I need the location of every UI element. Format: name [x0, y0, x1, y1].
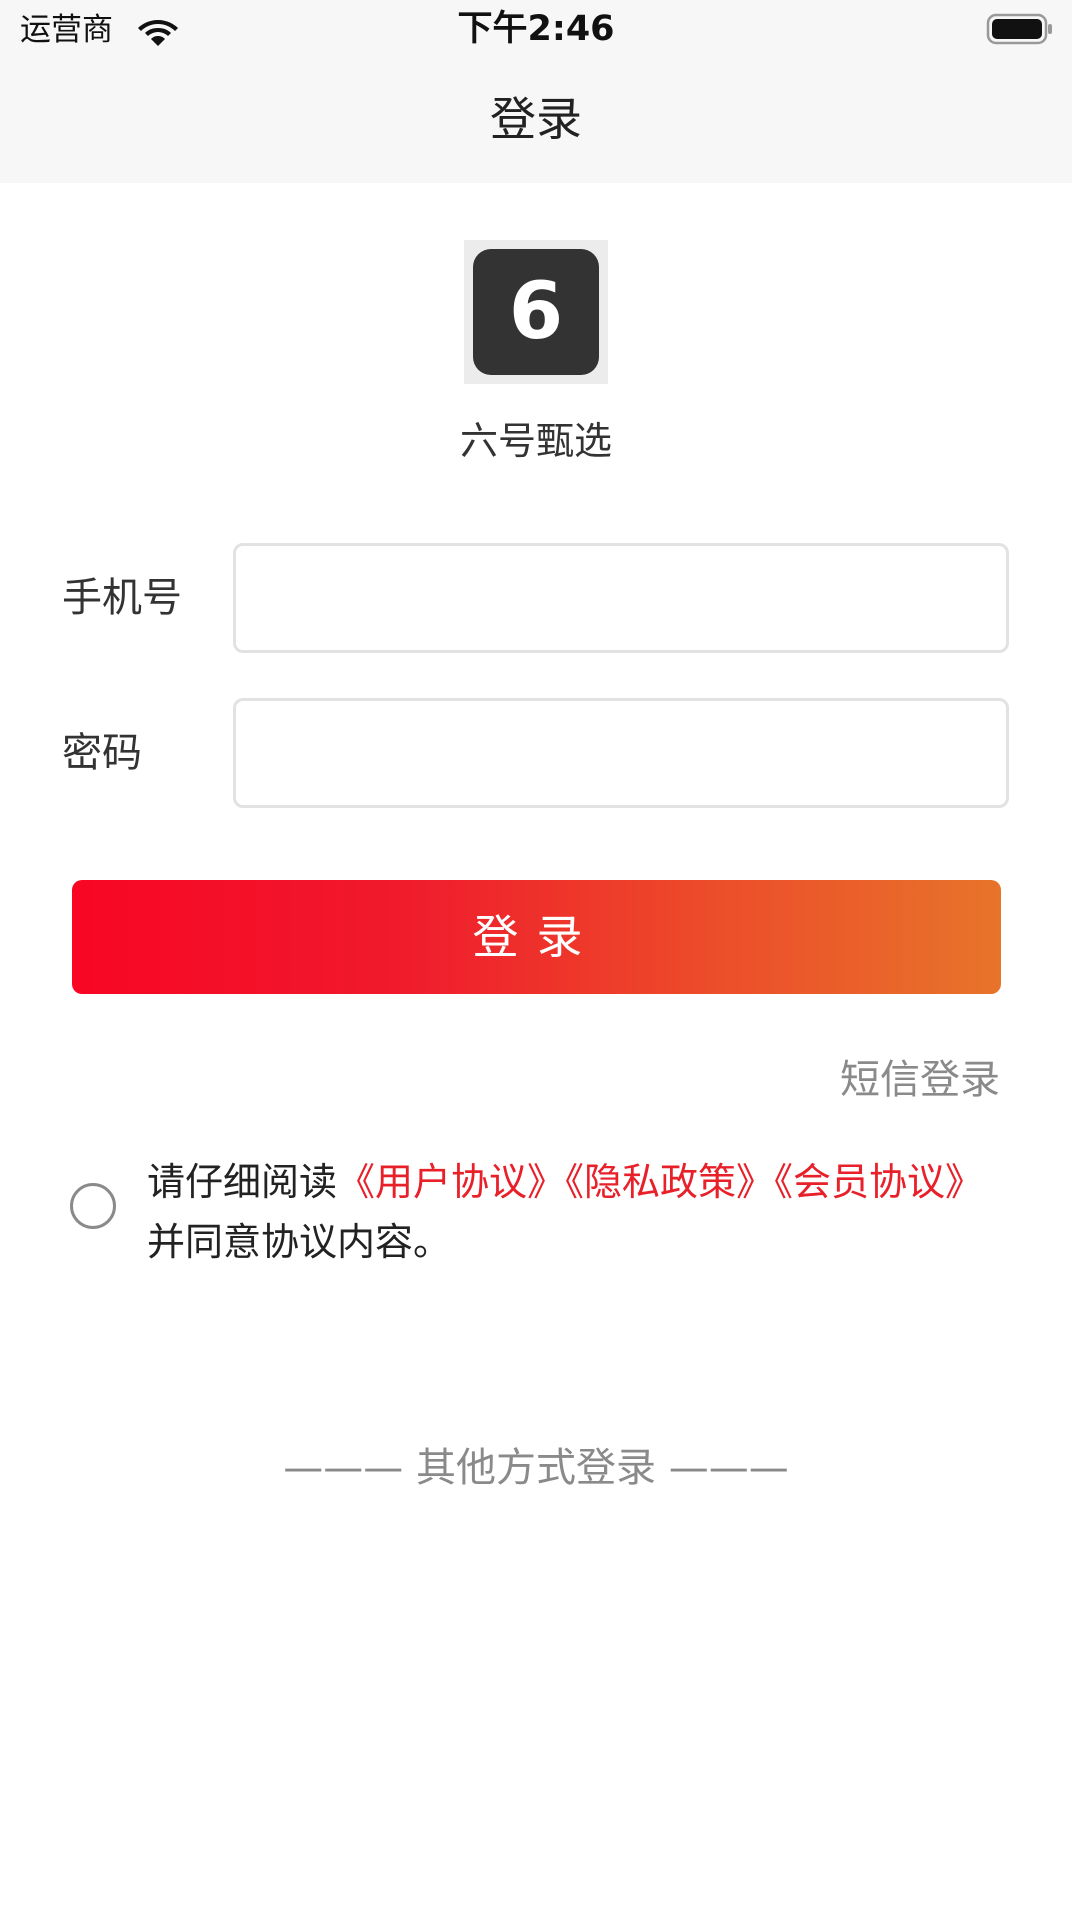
agreement-radio[interactable]: [70, 1183, 116, 1229]
top-bar: 运营商 下午2:46 登录: [0, 0, 1072, 183]
login-button[interactable]: 登录: [72, 880, 1001, 994]
app-logo-mark: 6: [473, 249, 599, 375]
battery-icon: [986, 13, 1052, 45]
phone-label: 手机号: [62, 575, 182, 621]
app-name: 六号甄选: [459, 419, 612, 463]
member-agreement-link[interactable]: 《会员协议》: [774, 1160, 983, 1204]
sms-login-link[interactable]: 短信登录: [840, 1054, 1000, 1106]
agreement-prefix: 请仔细阅读: [147, 1160, 338, 1204]
privacy-policy-link[interactable]: 《隐私政策》: [565, 1160, 774, 1204]
password-label: 密码: [62, 730, 142, 776]
agreement-suffix: 并同意协议内容。: [147, 1220, 452, 1264]
page-title: 登录: [490, 92, 582, 146]
other-login-divider: ——— 其他方式登录 ———: [283, 1445, 789, 1491]
phone-input[interactable]: [233, 543, 1009, 653]
app-logo: 6: [464, 240, 608, 384]
status-time: 下午2:46: [457, 9, 615, 49]
agreement-text: 请仔细阅读《用户协议》《隐私政策》《会员协议》并同意协议内容。: [147, 1152, 997, 1272]
password-input[interactable]: [233, 698, 1009, 808]
user-agreement-link[interactable]: 《用户协议》: [337, 1160, 565, 1204]
login-screen: 运营商 下午2:46 登录 6 六号甄选 手机号 密码 登录 短信登录 请仔细阅…: [0, 0, 1072, 1912]
